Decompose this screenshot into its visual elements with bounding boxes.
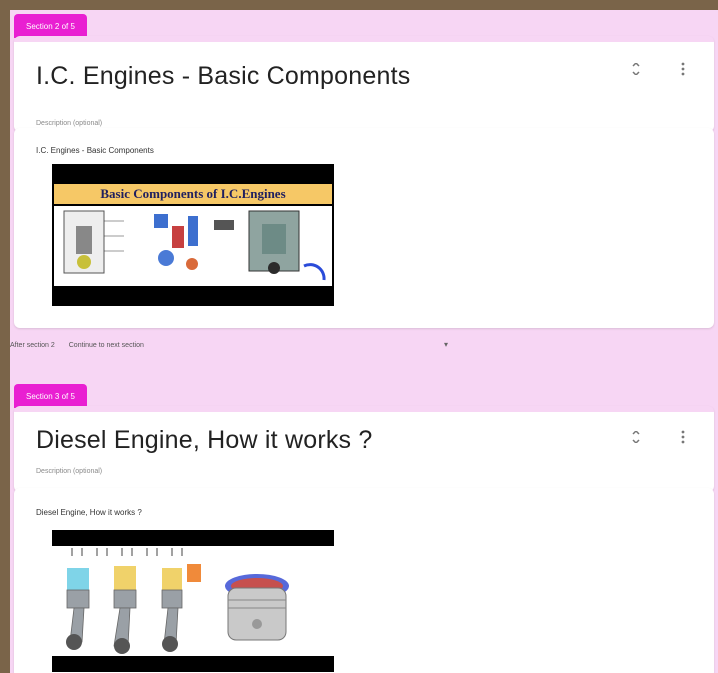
section-description[interactable]: Description (optional): [36, 120, 102, 127]
image-engine-area: [52, 546, 334, 656]
form-editor: Section 2 of 5 I.C. Engines - Basic Comp…: [10, 10, 718, 673]
after-section-label: After section 2: [10, 341, 55, 349]
more-vert-icon[interactable]: [676, 62, 690, 76]
image-caption-banner: Basic Components of I.C.Engines: [54, 184, 332, 204]
collapse-arrows-icon[interactable]: [629, 430, 643, 444]
section-title[interactable]: I.C. Engines - Basic Components: [36, 62, 410, 91]
after-section-select[interactable]: Continue to next section: [69, 342, 144, 349]
section-header-card[interactable]: I.C. Engines - Basic Components Descript…: [14, 36, 714, 132]
image-item-title[interactable]: I.C. Engines - Basic Components: [36, 146, 154, 155]
image-basic-components[interactable]: Basic Components of I.C.Engines: [52, 164, 334, 306]
image-diesel-engine[interactable]: [52, 530, 334, 672]
after-section-row[interactable]: After section 2 Continue to next section…: [10, 338, 470, 352]
image-caption: Basic Components of I.C.Engines: [100, 186, 286, 201]
section-description[interactable]: Description (optional): [36, 468, 102, 475]
dropdown-caret-icon[interactable]: ▾: [444, 340, 448, 349]
section-tab-label: Section 3 of 5: [26, 391, 75, 401]
section-tab: Section 3 of 5: [14, 384, 87, 408]
more-vert-icon[interactable]: [676, 430, 690, 444]
image-item-title[interactable]: Diesel Engine, How it works ?: [36, 508, 142, 517]
image-item-card[interactable]: Diesel Engine, How it works ?: [14, 488, 714, 673]
section-title[interactable]: Diesel Engine, How it works ?: [36, 426, 373, 455]
section-tab-label: Section 2 of 5: [26, 21, 75, 31]
section-tab: Section 2 of 5: [14, 14, 87, 38]
image-item-card[interactable]: I.C. Engines - Basic Components Basic Co…: [14, 128, 714, 328]
collapse-arrows-icon[interactable]: [629, 62, 643, 76]
section-header-card[interactable]: Diesel Engine, How it works ? Descriptio…: [14, 406, 714, 492]
image-diagram-area: [54, 206, 332, 286]
